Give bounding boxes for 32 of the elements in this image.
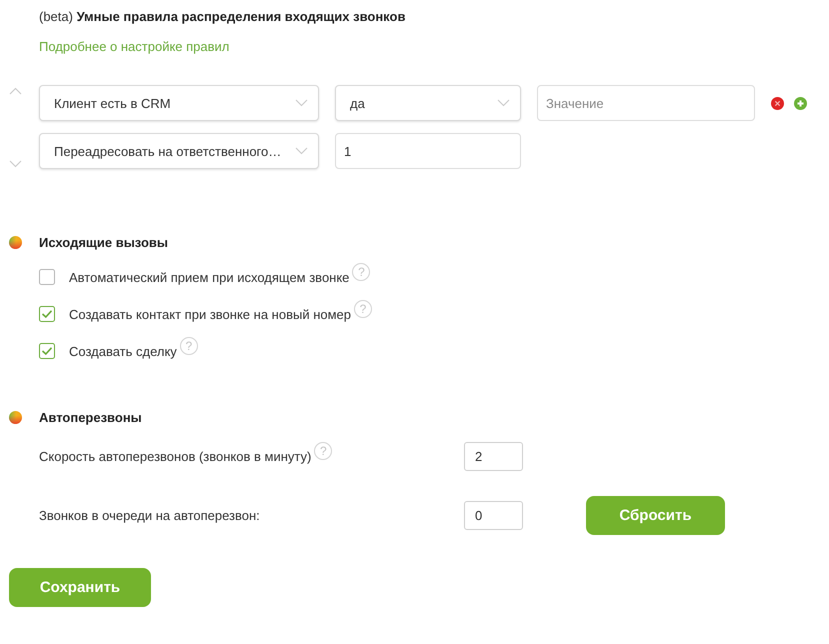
help-icon[interactable]: ?: [352, 263, 370, 281]
checkbox-label: Автоматический прием при исходящем звонке: [69, 270, 350, 284]
reset-button[interactable]: Сбросить: [586, 496, 725, 535]
plus-circle-icon[interactable]: [794, 96, 807, 110]
text-field[interactable]: 0: [464, 501, 523, 530]
checkbox-label: Создавать контакт при звонке на новый номер: [69, 306, 351, 322]
text-field[interactable]: 1: [335, 133, 521, 169]
dropdown[interactable]: да: [335, 85, 521, 121]
chevron-down-icon: [295, 99, 308, 107]
help-icon[interactable]: ?: [180, 337, 198, 355]
x-circle-icon[interactable]: [771, 96, 784, 110]
text-field[interactable]: Значение: [537, 85, 755, 121]
save-button[interactable]: Сохранить: [9, 568, 151, 607]
checkbox[interactable]: [39, 269, 55, 285]
dropdown[interactable]: Переадресовать на ответственного…: [39, 133, 319, 169]
section-title: (beta) Умные правила распределения входящих звонков: [39, 9, 406, 25]
chevron-down-icon: [497, 99, 510, 107]
setting-label: Звонков в очереди на автоперезвон:: [39, 508, 260, 523]
section-heading: Автоперезвоны: [39, 410, 142, 424]
checkbox[interactable]: [39, 343, 55, 359]
text-field[interactable]: 2: [464, 442, 523, 471]
setting-label: Скорость автоперезвонов (звонков в минуту): [39, 449, 312, 464]
help-icon[interactable]: ?: [354, 300, 372, 318]
checkbox[interactable]: [39, 306, 55, 322]
chevron-down-icon[interactable]: [9, 160, 22, 168]
chevron-up-icon[interactable]: [9, 87, 22, 95]
chevron-down-icon: [295, 147, 308, 155]
help-link[interactable]: Подробнее о настройке правил: [39, 39, 230, 55]
dropdown[interactable]: Клиент есть в CRM: [39, 85, 319, 121]
section-heading: Исходящие вызовы: [39, 234, 168, 250]
help-icon[interactable]: ?: [314, 442, 332, 460]
checkbox-label: Создавать сделку: [69, 344, 177, 358]
